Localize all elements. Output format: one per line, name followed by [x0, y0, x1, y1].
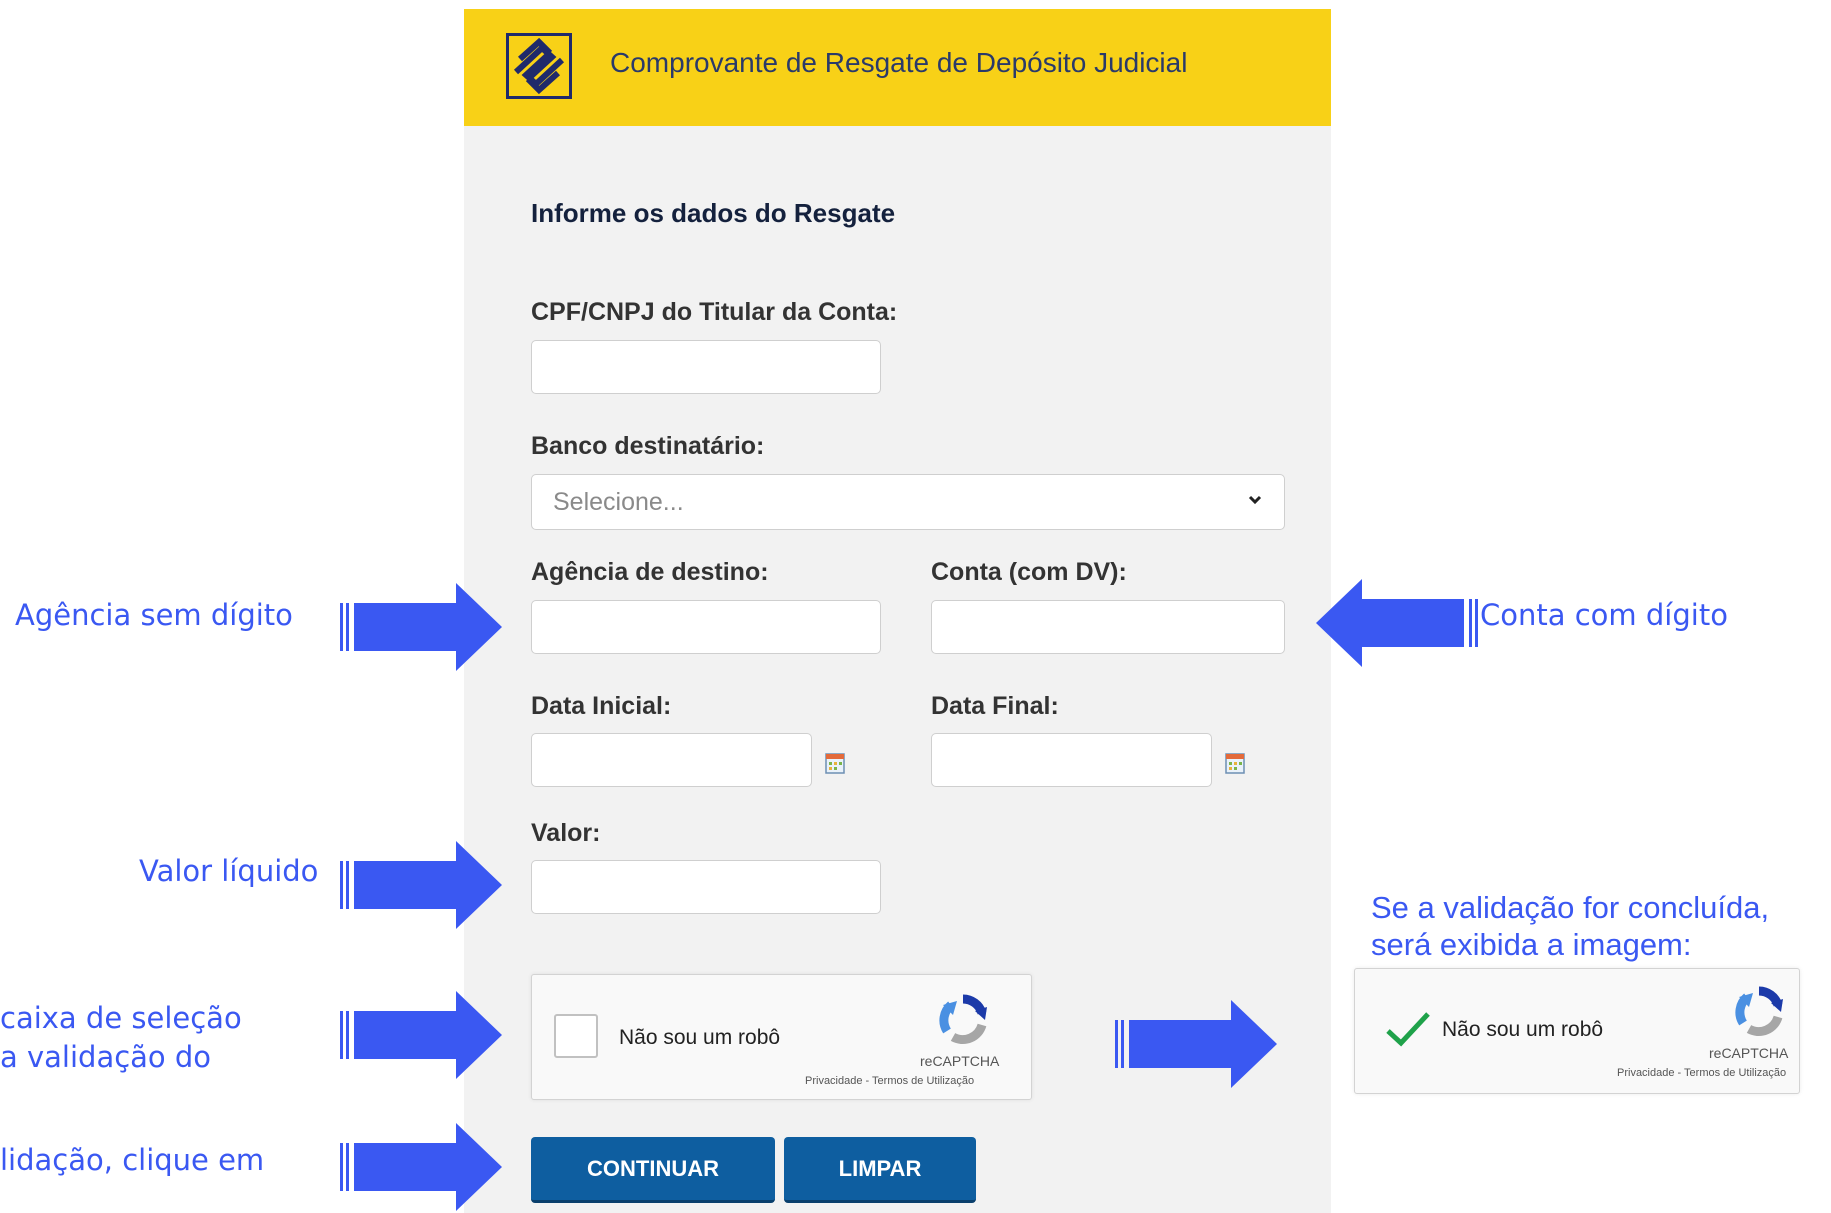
banco-select[interactable]: Selecione... — [531, 474, 1285, 530]
limpar-button[interactable]: LIMPAR — [784, 1137, 976, 1203]
chevron-down-icon — [1248, 495, 1262, 505]
banco-label: Banco destinatário: — [531, 432, 765, 460]
annotation-validated-line1: Se a validação for concluída, — [1371, 890, 1770, 925]
arrow-right-icon — [340, 991, 502, 1079]
recaptcha-checkbox[interactable] — [554, 1014, 598, 1058]
recaptcha-brand: reCAPTCHA — [920, 1053, 1000, 1069]
annotation-captcha-line1: caixa de seleção — [0, 1001, 242, 1035]
cpf-input[interactable] — [531, 340, 881, 394]
arrow-right-icon — [340, 1123, 502, 1211]
recaptcha-widget: Não sou um robô reCAPTCHA Privacidade - … — [531, 974, 1032, 1100]
annotation-validated-line2: será exibida a imagem: — [1371, 927, 1692, 962]
annotation-agencia: Agência sem dígito — [15, 598, 293, 632]
recaptcha-validated-label: Não sou um robô — [1442, 1018, 1604, 1041]
page-title: Comprovante de Resgate de Depósito Judic… — [610, 47, 1188, 78]
valor-label: Valor: — [531, 819, 601, 847]
banco-do-brasil-logo-icon — [506, 33, 572, 99]
recaptcha-logo-icon — [939, 994, 987, 1045]
agencia-input[interactable] — [531, 600, 881, 654]
arrow-right-icon — [340, 841, 502, 929]
banco-select-value: Selecione... — [553, 488, 684, 516]
data-final-label: Data Final: — [931, 692, 1059, 720]
recaptcha-validated-links: Privacidade - Termos de Utilização — [1617, 1067, 1787, 1079]
conta-label: Conta (com DV): — [931, 558, 1127, 586]
annotation-captcha-line2: a validação do — [0, 1040, 212, 1074]
calendar-icon[interactable] — [825, 752, 845, 774]
annotation-valor: Valor líquido — [139, 854, 319, 888]
arrow-left-icon — [1316, 579, 1478, 667]
conta-input[interactable] — [931, 600, 1285, 654]
valor-input[interactable] — [531, 860, 881, 914]
arrow-right-icon — [340, 583, 502, 671]
annotation-conta: Conta com dígito — [1480, 598, 1728, 632]
recaptcha-logo-icon — [1735, 986, 1783, 1037]
annotation-continuar-line1: lidação, clique em — [0, 1143, 265, 1177]
data-inicial-input[interactable] — [531, 733, 812, 787]
checkmark-icon — [1386, 1012, 1430, 1047]
recaptcha-validated-brand: reCAPTCHA — [1709, 1045, 1789, 1061]
section-title: Informe os dados do Resgate — [531, 198, 896, 228]
continuar-button[interactable]: CONTINUAR — [531, 1137, 775, 1203]
calendar-icon[interactable] — [1225, 752, 1245, 774]
recaptcha-label: Não sou um robô — [619, 1026, 781, 1049]
data-final-input[interactable] — [931, 733, 1212, 787]
data-inicial-label: Data Inicial: — [531, 692, 672, 720]
arrow-right-icon — [1115, 1000, 1277, 1088]
recaptcha-links[interactable]: Privacidade - Termos de Utilização — [805, 1075, 974, 1087]
agencia-label: Agência de destino: — [531, 558, 769, 586]
recaptcha-validated-example: Não sou um robô reCAPTCHA Privacidade - … — [1354, 968, 1800, 1094]
cpf-label: CPF/CNPJ do Titular da Conta: — [531, 298, 898, 326]
